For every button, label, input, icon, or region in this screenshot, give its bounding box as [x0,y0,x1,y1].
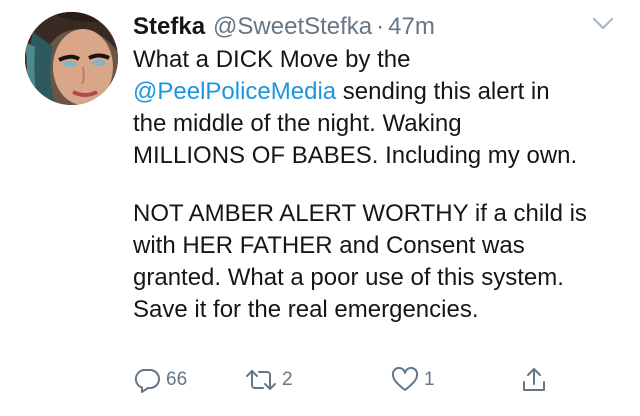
chevron-down-icon[interactable] [590,10,616,36]
tweet-text-line: Save it for the real emergencies. [133,296,479,323]
tweet-text-fragment: sending this alert in [336,78,550,105]
reply-icon [132,365,162,395]
action-bar: 66 2 1 [132,362,612,398]
avatar[interactable] [25,12,118,105]
tweet-text-line: NOT AMBER ALERT WORTHY if a child is [133,200,587,227]
reply-count: 66 [166,369,188,390]
like-count: 1 [424,369,435,390]
share-button[interactable] [519,362,549,398]
mention-link[interactable]: @PeelPoliceMedia [133,78,336,105]
tweet-text-line: MILLIONS OF BABES. Including my own. [133,142,578,169]
author-name[interactable]: Stefka [133,10,205,44]
heart-icon [390,365,420,395]
tweet-text-line: granted. What a poor use of this system. [133,264,564,291]
paragraph-break [133,172,633,198]
retweet-button[interactable]: 2 [244,362,293,398]
avatar-image [25,12,118,105]
tweet-text-line: @PeelPoliceMedia sending this alert in [133,76,633,108]
tweet-text-line: What a DICK Move by the [133,46,411,73]
author-handle[interactable]: @SweetStefka [213,10,372,44]
tweet-header: Stefka @SweetStefka · 47m [133,10,435,44]
share-icon [519,365,549,395]
tweet-text-line: with HER FATHER and Consent was [133,232,525,259]
like-button[interactable]: 1 [390,362,435,398]
retweet-count: 2 [282,369,293,390]
separator-dot: · [376,13,385,40]
reply-button[interactable]: 66 [132,362,187,398]
timestamp[interactable]: 47m [388,10,435,44]
retweet-icon [244,365,278,395]
tweet: Stefka @SweetStefka · 47m What a DICK Mo… [0,0,640,416]
tweet-text: What a DICK Move by the @PeelPoliceMedia… [133,44,633,326]
tweet-text-line: the middle of the night. Waking [133,110,462,137]
